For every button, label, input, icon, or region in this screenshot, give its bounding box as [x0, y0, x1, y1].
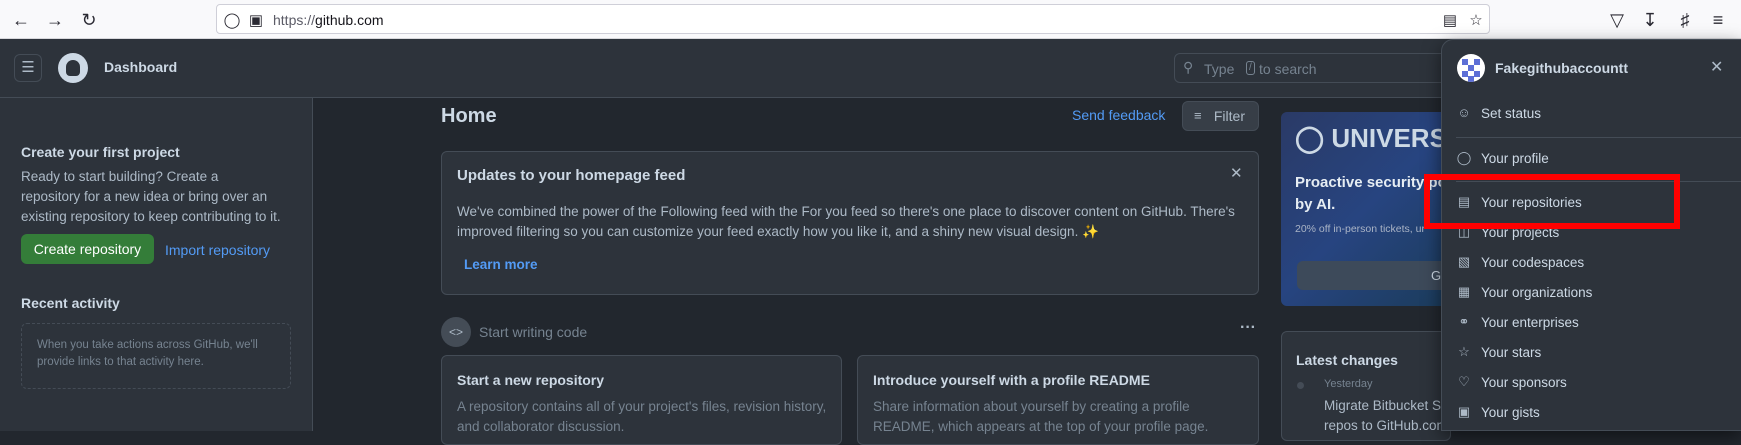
- learn-more-link[interactable]: Learn more: [464, 257, 538, 272]
- create-repository-button[interactable]: Create repository: [21, 234, 154, 264]
- start-writing-code-label: Start writing code: [479, 324, 588, 340]
- github-mark-icon: ◯: [1295, 123, 1325, 153]
- bookmark-star-icon[interactable]: ☆: [1467, 11, 1485, 29]
- globe-icon: ⚭: [1458, 314, 1470, 329]
- search-icon: ⚲: [1183, 59, 1194, 75]
- send-feedback-link[interactable]: Send feedback: [1072, 107, 1165, 123]
- timeline-dot: [1297, 382, 1304, 389]
- page-title[interactable]: Dashboard: [104, 59, 177, 75]
- change-date: Yesterday: [1324, 378, 1373, 390]
- close-icon[interactable]: ✕: [1710, 57, 1723, 77]
- menu-item-your-stars[interactable]: ☆ Your stars: [1456, 338, 1726, 366]
- profile-readme-card[interactable]: Introduce yourself with a profile README…: [857, 355, 1259, 445]
- hamburger-menu-button[interactable]: ☰: [14, 54, 42, 82]
- url-text: https://github.com: [273, 12, 384, 28]
- promo-get-button[interactable]: Get: [1297, 261, 1451, 290]
- download-icon[interactable]: ↧: [1640, 10, 1660, 30]
- new-repository-title[interactable]: Start a new repository: [457, 372, 604, 388]
- back-arrow-icon[interactable]: ←: [11, 10, 31, 30]
- pocket-icon[interactable]: ▽: [1607, 10, 1627, 30]
- notice-text: We've combined the power of the Followin…: [457, 204, 1235, 239]
- avatar: [1457, 54, 1485, 82]
- menu-item-your-organizations[interactable]: ▦ Your organizations: [1456, 278, 1726, 306]
- shield-icon[interactable]: ◯: [223, 11, 241, 29]
- menu-divider: [1456, 137, 1741, 138]
- hamburger-icon: ☰: [21, 59, 35, 76]
- recent-activity-heading: Recent activity: [21, 295, 120, 311]
- promo-subtext: 20% off in-person tickets, ur: [1295, 223, 1425, 235]
- heart-icon: ♡: [1458, 374, 1470, 389]
- profile-readme-title[interactable]: Introduce yourself with a profile README: [873, 372, 1150, 388]
- menu-item-your-codespaces[interactable]: ▧ Your codespaces: [1456, 248, 1726, 276]
- menu-item-your-gists[interactable]: ▣ Your gists: [1456, 398, 1726, 426]
- new-repository-card[interactable]: Start a new repository A repository cont…: [441, 355, 842, 445]
- latest-changes-card: Latest changes Yesterday Migrate Bitbuck…: [1281, 331, 1451, 441]
- universe-logo: ◯ UNIVERSE2: [1295, 123, 1451, 153]
- search-input[interactable]: ⚲ Type / to search: [1174, 53, 1474, 83]
- create-project-heading: Create your first project: [21, 144, 180, 160]
- close-icon[interactable]: ✕: [1230, 164, 1243, 182]
- homepage-feed-notice: Updates to your homepage feed ✕ We've co…: [441, 151, 1259, 295]
- user-menu-panel: Fakegithubaccountt ✕ ☺ Set status ◯ Your p…: [1441, 39, 1741, 431]
- home-heading: Home: [441, 105, 497, 127]
- menu-item-set-status[interactable]: ☺ Set status: [1456, 99, 1726, 127]
- code-square-icon: ▣: [1457, 404, 1471, 419]
- filter-button[interactable]: ≡ Filter: [1182, 101, 1259, 131]
- address-bar[interactable]: ◯ ▣ https://github.com ▤ ☆: [216, 4, 1490, 34]
- username: Fakegithubaccountt: [1495, 60, 1629, 76]
- create-project-text: Ready to start building? Create a reposi…: [21, 169, 281, 224]
- reload-icon[interactable]: ↻: [79, 10, 99, 30]
- kebab-menu-icon[interactable]: ···: [1240, 319, 1256, 337]
- github-logo-icon[interactable]: [58, 53, 88, 83]
- reader-view-icon[interactable]: ▤: [1441, 11, 1459, 29]
- organization-icon: ▦: [1457, 284, 1471, 299]
- profile-readme-text: Share information about yourself by crea…: [873, 399, 1209, 434]
- search-shortcut-key: /: [1246, 61, 1255, 75]
- filter-icon: ≡: [1194, 108, 1202, 123]
- import-repository-link[interactable]: Import repository: [165, 242, 270, 258]
- recent-activity-empty: When you take actions across GitHub, we'…: [21, 323, 291, 389]
- codespaces-icon: ▧: [1457, 254, 1471, 269]
- menu-item-your-profile[interactable]: ◯ Your profile: [1456, 144, 1726, 172]
- new-repository-text: A repository contains all of your projec…: [457, 399, 827, 434]
- dashboard-sidebar: Create your first project Ready to start…: [0, 98, 313, 431]
- highlight-box: [1424, 174, 1680, 229]
- latest-changes-heading: Latest changes: [1296, 352, 1398, 368]
- extensions-icon[interactable]: ♯: [1675, 10, 1695, 30]
- smiley-icon: ☺: [1457, 105, 1471, 120]
- person-icon: ◯: [1456, 150, 1472, 165]
- forward-arrow-icon[interactable]: →: [45, 10, 65, 30]
- app-menu-icon[interactable]: ≡: [1708, 10, 1728, 30]
- browser-toolbar: ← → ↻ ◯ ▣ https://github.com ▤ ☆ ▽ ↧ ♯ ≡: [0, 0, 1741, 39]
- menu-item-your-enterprises[interactable]: ⚭ Your enterprises: [1456, 308, 1726, 336]
- menu-item-your-sponsors[interactable]: ♡ Your sponsors: [1456, 368, 1726, 396]
- notice-title: Updates to your homepage feed: [457, 167, 686, 184]
- code-icon: <>: [441, 317, 471, 347]
- star-icon: ☆: [1458, 344, 1470, 359]
- lock-icon[interactable]: ▣: [247, 11, 265, 29]
